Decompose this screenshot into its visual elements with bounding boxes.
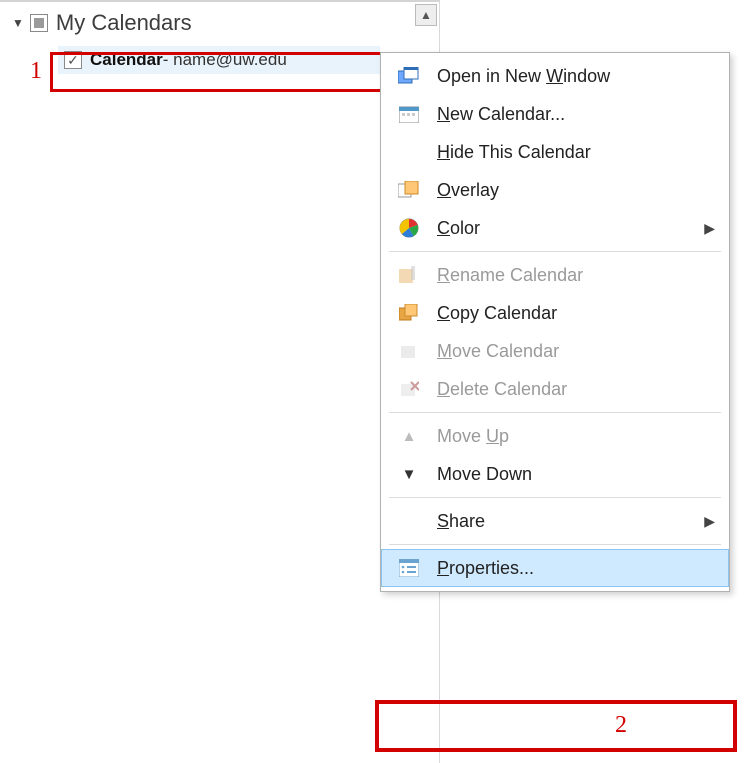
menu-label: Move Down: [437, 464, 715, 485]
calendar-suffix: - name@uw.edu: [163, 50, 287, 70]
menu-overlay[interactable]: Overlay: [381, 171, 729, 209]
delete-icon: [395, 378, 423, 400]
context-menu: Open in New Window New Calendar... Hide …: [380, 52, 730, 592]
menu-hide-calendar[interactable]: Hide This Calendar: [381, 133, 729, 171]
my-calendars-group[interactable]: ▼ My Calendars: [0, 2, 439, 40]
menu-new-calendar[interactable]: New Calendar...: [381, 95, 729, 133]
menu-label: New Calendar...: [437, 104, 715, 125]
blank-icon: [395, 141, 423, 163]
rename-icon: [395, 264, 423, 286]
properties-icon: [395, 557, 423, 579]
menu-label: Move Calendar: [437, 341, 715, 362]
menu-properties[interactable]: Properties...: [381, 549, 729, 587]
menu-move-up: ▲ Move Up: [381, 417, 729, 455]
annotation-2: 2: [615, 712, 627, 739]
calendar-checkbox[interactable]: ✓: [64, 51, 82, 69]
menu-label: Delete Calendar: [437, 379, 715, 400]
menu-separator: [389, 544, 721, 545]
group-label: My Calendars: [56, 10, 192, 36]
menu-label: Open in New Window: [437, 66, 715, 87]
annotation-1: 1: [30, 58, 42, 85]
menu-color[interactable]: Color ▶: [381, 209, 729, 247]
blank-icon: [395, 510, 423, 532]
copy-icon: [395, 302, 423, 324]
collapse-icon: ▼: [12, 16, 24, 30]
submenu-arrow-icon: ▶: [704, 513, 715, 530]
menu-label: Overlay: [437, 180, 715, 201]
menu-copy-calendar[interactable]: Copy Calendar: [381, 294, 729, 332]
color-icon: [395, 217, 423, 239]
calendar-icon: [395, 103, 423, 125]
move-icon: [395, 340, 423, 362]
menu-separator: [389, 251, 721, 252]
menu-label: Copy Calendar: [437, 303, 715, 324]
up-icon: ▲: [395, 425, 423, 447]
down-icon: ▼: [395, 463, 423, 485]
group-checkbox-mixed[interactable]: [30, 14, 48, 32]
calendar-name: Calendar: [90, 50, 163, 70]
menu-share[interactable]: Share ▶: [381, 502, 729, 540]
menu-label: Color: [437, 218, 704, 239]
menu-move-calendar: Move Calendar: [381, 332, 729, 370]
menu-label: Properties...: [437, 558, 715, 579]
menu-label: Hide This Calendar: [437, 142, 715, 163]
calendar-item[interactable]: ✓ Calendar - name@uw.edu: [58, 46, 380, 74]
menu-separator: [389, 497, 721, 498]
menu-label: Share: [437, 511, 704, 532]
window-icon: [395, 65, 423, 87]
menu-separator: [389, 412, 721, 413]
menu-label: Move Up: [437, 426, 715, 447]
menu-rename-calendar: Rename Calendar: [381, 256, 729, 294]
menu-delete-calendar: Delete Calendar: [381, 370, 729, 408]
calendar-nav-pane: ▲ ▼ My Calendars ✓ Calendar - name@uw.ed…: [0, 0, 440, 763]
menu-move-down[interactable]: ▼ Move Down: [381, 455, 729, 493]
menu-label: Rename Calendar: [437, 265, 715, 286]
overlay-icon: [395, 179, 423, 201]
scroll-up-button[interactable]: ▲: [415, 4, 437, 26]
submenu-arrow-icon: ▶: [704, 220, 715, 237]
menu-open-new-window[interactable]: Open in New Window: [381, 57, 729, 95]
